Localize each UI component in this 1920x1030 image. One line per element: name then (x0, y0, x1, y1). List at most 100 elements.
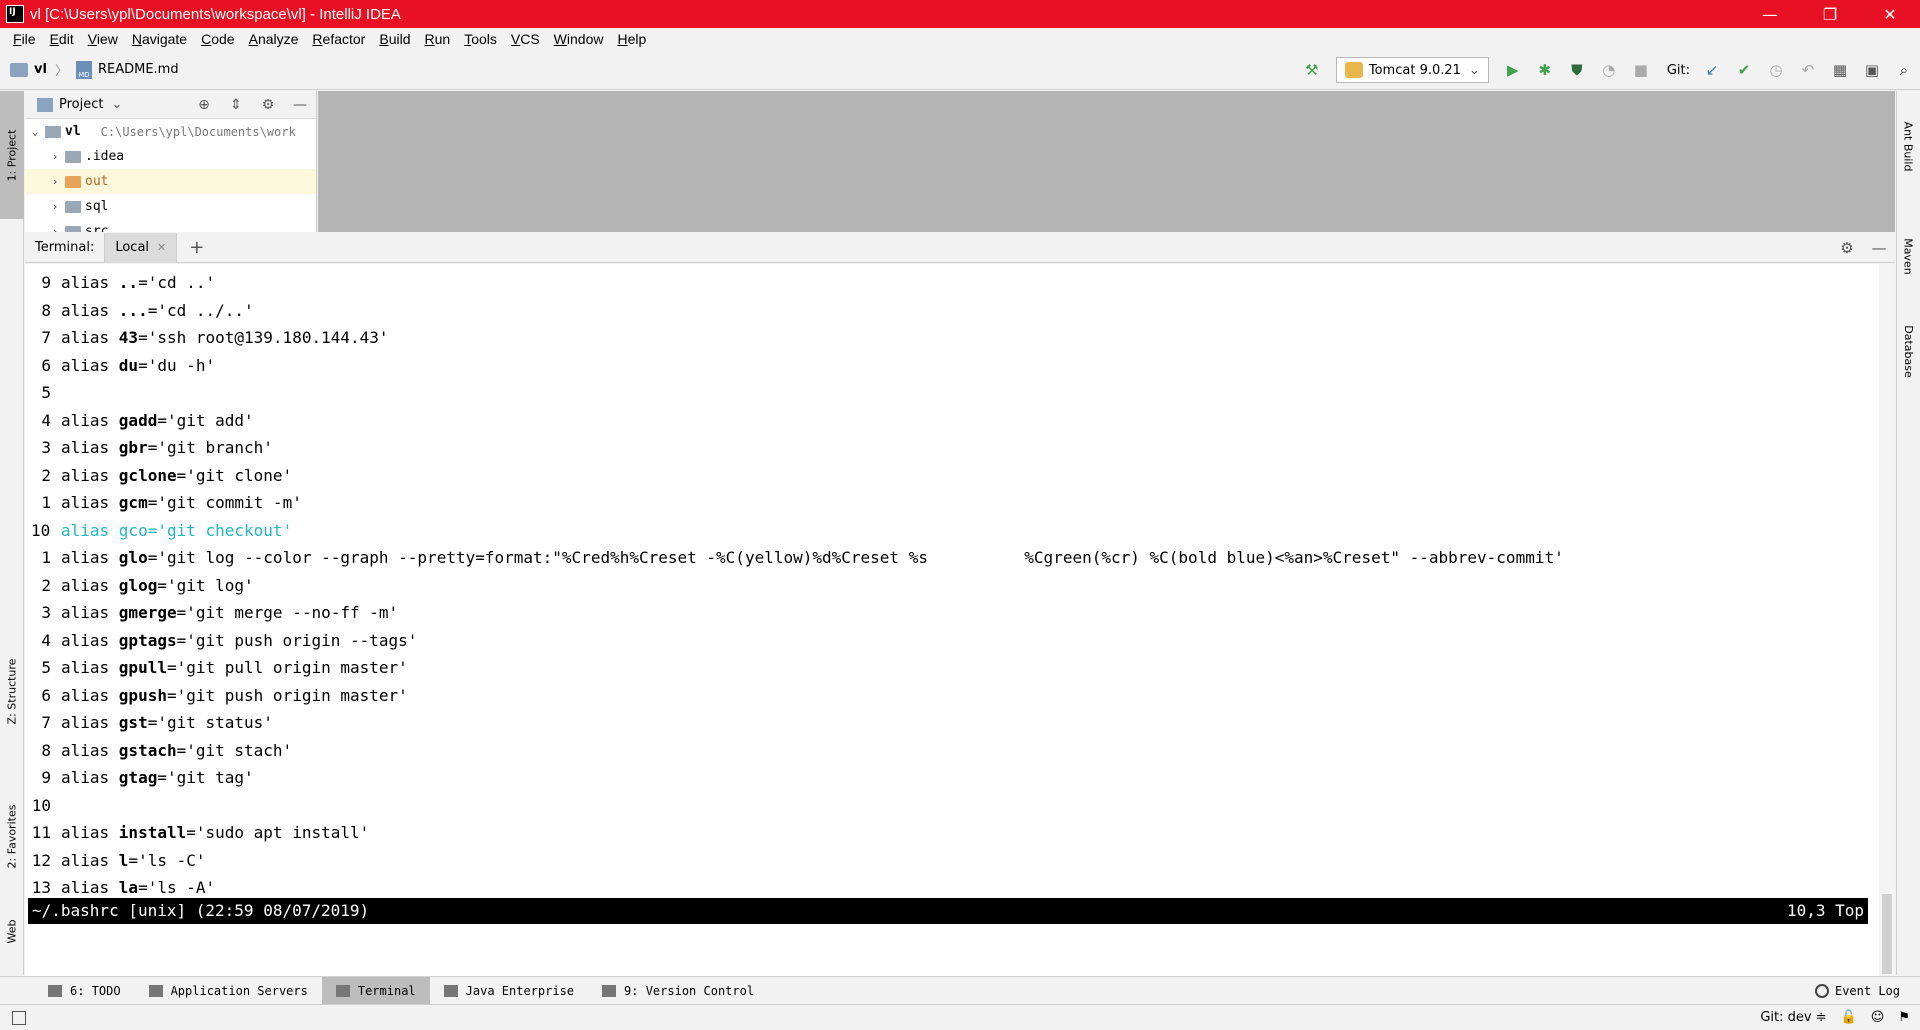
menu-file[interactable]: File (6, 31, 43, 47)
minimize-button[interactable]: — (1740, 0, 1800, 28)
terminal-scrollbar[interactable] (1879, 264, 1895, 976)
terminal-line: 3 alias gmerge='git merge --no-ff -m' (25, 599, 1564, 627)
hide-panel-icon[interactable]: — (284, 97, 316, 113)
run-icon[interactable]: ▶ (1500, 57, 1526, 83)
tab-maven[interactable]: Maven (1896, 221, 1920, 291)
scrollbar-thumb[interactable] (1882, 894, 1892, 974)
tree-item-idea[interactable]: › .idea (25, 144, 316, 169)
terminal-icon (335, 984, 350, 997)
chevron-right-icon[interactable]: › (45, 200, 65, 213)
line-alias-value: ='ls -A' (138, 878, 216, 897)
menu-analyze[interactable]: Analyze (242, 31, 306, 47)
menu-code[interactable]: Code (194, 31, 241, 47)
tree-root-vl[interactable]: ⌄ vl C:\Users\ypl\Documents\work (25, 119, 316, 144)
menu-navigate[interactable]: Navigate (125, 31, 194, 47)
breadcrumb-file[interactable]: README.md (98, 62, 179, 77)
notification-icon[interactable]: ⚑ (1898, 1010, 1910, 1025)
line-number: 3 (41, 438, 51, 457)
tab-terminal[interactable]: Terminal (321, 976, 430, 1005)
menu-help[interactable]: Help (610, 31, 653, 47)
tab-database[interactable]: Database (1896, 306, 1920, 396)
chevron-right-icon[interactable]: › (45, 175, 65, 188)
line-alias-value: ='git status' (147, 713, 273, 732)
line-alias-name: install (118, 823, 187, 842)
git-commit-check-icon[interactable]: ✔ (1731, 57, 1757, 83)
git-history-icon[interactable]: ◷ (1763, 57, 1789, 83)
locate-target-icon[interactable]: ⊕ (188, 97, 220, 113)
run-coverage-icon[interactable]: ⛊ (1564, 57, 1590, 83)
menu-edit[interactable]: Edit (43, 31, 81, 47)
collapse-all-icon[interactable]: ⇕ (220, 97, 252, 113)
tab-terminal-label: Terminal (357, 983, 416, 998)
tab-java-enterprise[interactable]: Java Enterprise (430, 977, 588, 1005)
project-panel: Project ⌄ ⊕ ⇕ ⚙ — ⌄ vl C:\Users\ypl\Docu… (25, 91, 317, 232)
line-alias-value: ='cd ..' (138, 273, 216, 292)
tab-todo-label: 6: TODO (70, 983, 121, 998)
line-alias-value: ='git stach' (176, 740, 293, 760)
terminal-label: Terminal: (35, 240, 95, 255)
tree-item-src[interactable]: › src (25, 219, 316, 232)
tab-event-log[interactable]: Event Log (1814, 983, 1920, 998)
close-icon[interactable]: ✕ (157, 241, 166, 254)
lock-icon[interactable]: 🔓 (1841, 1010, 1857, 1025)
run-config-select[interactable]: Tomcat 9.0.21 ⌄ (1335, 57, 1489, 83)
line-number: 6 (41, 355, 51, 375)
menu-vcs[interactable]: VCS (504, 31, 547, 47)
tab-ant-build[interactable]: Ant Build (1896, 101, 1920, 191)
terminal-tab-local[interactable]: Local ✕ (104, 232, 178, 263)
window-title: vl [C:\Users\ypl\Documents\workspace\vl]… (30, 5, 401, 23)
chevron-right-icon[interactable]: › (45, 225, 65, 232)
line-keyword-alias: alias (61, 493, 119, 512)
terminal-line: 2 alias glog='git log' (25, 572, 1564, 600)
restore-button[interactable]: ❐ (1800, 0, 1860, 28)
debug-bug-icon[interactable]: ✱ (1532, 57, 1558, 83)
hide-panel-icon[interactable]: — (1863, 239, 1895, 257)
chevron-right-icon[interactable]: › (45, 150, 65, 163)
git-rollback-icon[interactable]: ↶ (1795, 57, 1821, 83)
stop-icon[interactable]: ■ (1628, 57, 1654, 83)
project-panel-title[interactable]: Project (59, 97, 103, 112)
tab-web[interactable]: Web (0, 901, 24, 961)
line-alias-value: ='git push origin --tags' (176, 630, 418, 650)
inspector-icon[interactable]: ☺ (1871, 1010, 1885, 1025)
tab-event-log-label: Event Log (1834, 983, 1900, 998)
git-branch-widget[interactable]: Git: dev ≑ (1760, 1010, 1826, 1025)
search-icon[interactable]: ⌕ (1891, 57, 1917, 83)
terminal-line: 3 alias gbr='git branch' (25, 434, 1564, 462)
menu-view[interactable]: View (81, 31, 125, 47)
tree-item-sql[interactable]: › sql (25, 194, 316, 219)
git-update-icon[interactable]: ↙ (1699, 57, 1725, 83)
event-log-icon (1814, 983, 1829, 998)
tab-application-servers[interactable]: Application Servers (135, 977, 322, 1005)
tab-structure[interactable]: Z: Structure (0, 636, 24, 746)
tab-favorites[interactable]: 2: Favorites (0, 781, 24, 891)
line-keyword-alias: alias (61, 630, 119, 650)
tab-project[interactable]: 1: Project (0, 91, 24, 219)
terminal-body[interactable]: 9 alias ..='cd ..' 8 alias ...='cd ../..' 7 a… (25, 264, 1895, 976)
sdk-window-icon[interactable]: ▣ (1859, 57, 1885, 83)
close-button[interactable]: ✕ (1860, 0, 1920, 28)
menu-refactor[interactable]: Refactor (305, 31, 372, 47)
profile-icon[interactable]: ◔ (1596, 57, 1622, 83)
build-hammer-icon[interactable]: ⚒ (1299, 57, 1325, 83)
gear-icon[interactable]: ⚙ (1831, 239, 1863, 257)
menu-build[interactable]: Build (372, 31, 417, 47)
line-number: 9 (41, 273, 51, 292)
chevron-down-icon[interactable]: ⌄ (111, 97, 122, 112)
menu-window[interactable]: Window (547, 31, 611, 47)
editor-area[interactable] (318, 91, 1895, 232)
tree-item-out[interactable]: › out (25, 169, 316, 194)
tab-version-control[interactable]: 9: Version Control (588, 977, 768, 1005)
project-structure-icon[interactable]: ▦ (1827, 57, 1853, 83)
tab-todo[interactable]: 6: TODO (34, 977, 135, 1005)
gear-icon[interactable]: ⚙ (252, 97, 284, 113)
breadcrumb-project[interactable]: vl (34, 62, 47, 77)
new-session-plus-icon[interactable]: + (189, 237, 204, 258)
chevron-down-icon[interactable]: ⌄ (25, 125, 45, 138)
menu-tools[interactable]: Tools (457, 31, 504, 47)
line-alias-name: du (118, 355, 139, 375)
terminal-header: Terminal: Local ✕ + ⚙ — (25, 232, 1895, 263)
menu-bar: File Edit View Navigate Code Analyze Ref… (0, 28, 1920, 50)
menu-run[interactable]: Run (417, 31, 457, 47)
toggle-tool-windows-icon[interactable] (12, 1010, 26, 1025)
